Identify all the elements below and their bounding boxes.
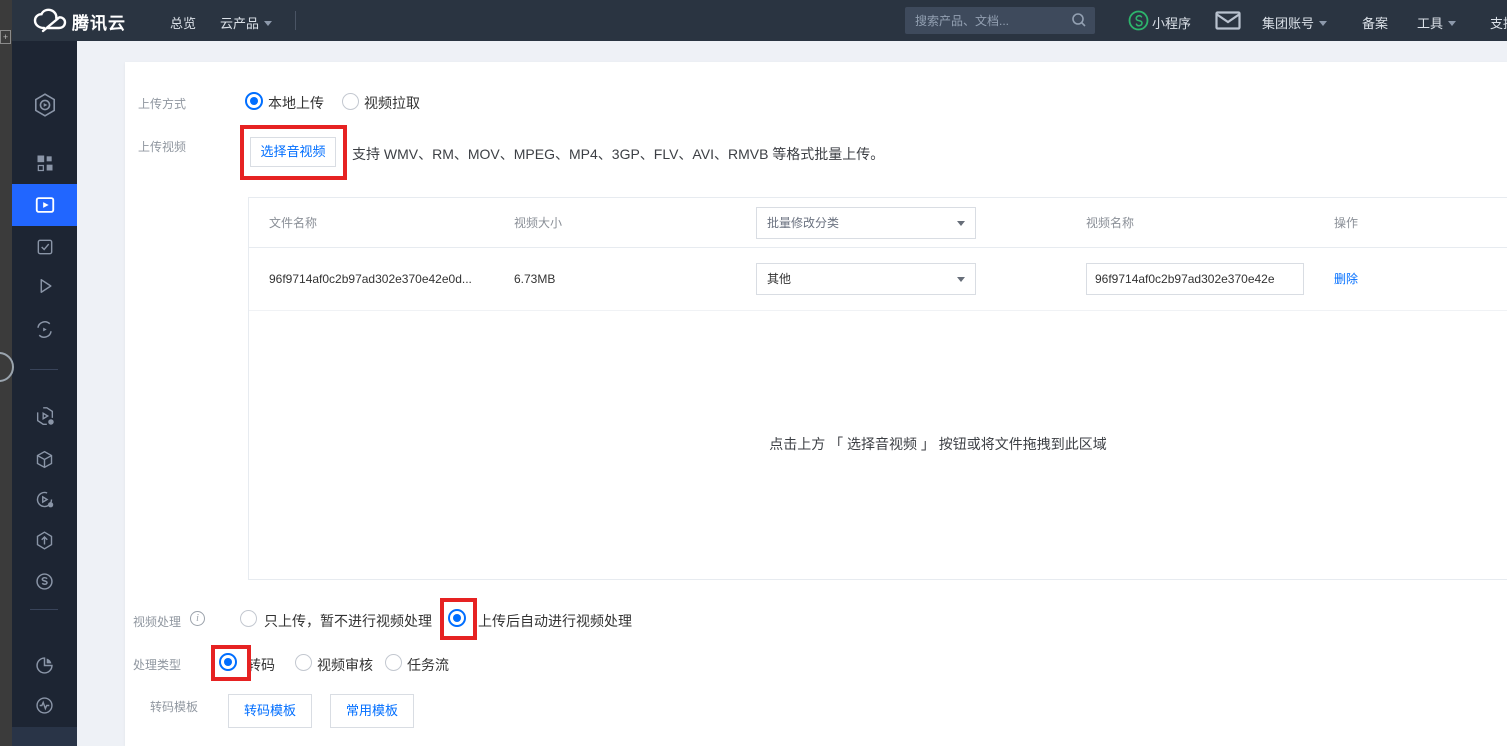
nav-cloud-products[interactable]: 云产品 <box>220 13 272 32</box>
radio-local-upload[interactable] <box>245 92 263 110</box>
radio-transcode-label[interactable]: 转码 <box>247 655 275 675</box>
video-play-icon <box>34 194 56 216</box>
chevron-down-icon <box>264 21 272 26</box>
play-triangle-icon <box>35 276 55 296</box>
radio-auto-process-label[interactable]: 上传后自动进行视频处理 <box>478 611 632 631</box>
sidebar-divider <box>30 369 58 370</box>
radio-transcode[interactable] <box>219 653 237 671</box>
vod-hexagon-icon <box>32 92 58 118</box>
file-table: 文件名称 视频大小 批量修改分类 视频名称 操作 96f9714af0c2b97… <box>248 197 1507 580</box>
nav-divider <box>295 11 296 30</box>
mini-program-icon[interactable] <box>1128 10 1149 31</box>
upload-method-label: 上传方式 <box>138 95 186 112</box>
sidebar-item-play-settings[interactable] <box>12 481 77 517</box>
nav-support[interactable]: 支持 <box>1490 13 1507 32</box>
header-size: 视频大小 <box>514 198 562 248</box>
sidebar-item-monitor[interactable] <box>12 687 77 723</box>
sidebar-item-task-gear[interactable] <box>12 398 77 434</box>
floating-widget-partial <box>0 352 14 382</box>
sidebar-item-review[interactable] <box>12 229 77 265</box>
search-icon[interactable] <box>1071 12 1087 28</box>
grid-icon <box>35 153 55 173</box>
cell-file-name: 96f9714af0c2b97ad302e370e42e0d... <box>269 248 472 311</box>
left-sidebar <box>12 41 77 746</box>
sidebar-item-vod-logo[interactable] <box>12 87 77 123</box>
nav-beian[interactable]: 备案 <box>1362 13 1388 32</box>
sidebar-item-overview[interactable] <box>12 145 77 181</box>
nav-tools[interactable]: 工具 <box>1417 13 1456 32</box>
transcode-template-label: 转码模板 <box>150 698 198 715</box>
radio-task-flow[interactable] <box>385 654 402 671</box>
search-input[interactable] <box>905 7 1065 34</box>
nav-group-account[interactable]: 集团账号 <box>1262 13 1327 32</box>
sidebar-item-stream[interactable] <box>12 563 77 599</box>
radio-auto-process[interactable] <box>448 609 466 627</box>
cell-size: 6.73MB <box>514 248 555 311</box>
cube-arrows-icon <box>34 449 55 470</box>
radio-upload-only[interactable] <box>240 610 257 627</box>
format-hint-text: 支持 WMV、RM、MOV、MPEG、MP4、3GP、FLV、AVI、RMVB … <box>352 144 884 164</box>
sidebar-divider <box>30 609 58 610</box>
table-row: 96f9714af0c2b97ad302e370e42e0d... 6.73MB… <box>249 248 1507 311</box>
sidebar-item-task-center[interactable] <box>12 727 77 746</box>
info-icon[interactable]: i <box>190 611 205 626</box>
delete-link[interactable]: 删除 <box>1334 248 1358 311</box>
radio-video-review[interactable] <box>295 654 312 671</box>
pie-chart-icon <box>34 655 55 676</box>
header-file-name: 文件名称 <box>269 198 317 248</box>
mail-icon[interactable]: 2 <box>1215 11 1241 30</box>
desktop-edge-strip: + <box>0 0 12 746</box>
sidebar-item-processing[interactable] <box>12 311 77 347</box>
radio-local-upload-label[interactable]: 本地上传 <box>268 93 324 113</box>
brand-title[interactable]: 腾讯云 <box>72 9 126 34</box>
chevron-down-icon <box>1319 21 1327 26</box>
chevron-down-icon <box>1448 21 1456 26</box>
row-category-select[interactable]: 其他 <box>756 263 976 295</box>
radio-video-pull-label[interactable]: 视频拉取 <box>364 93 420 113</box>
batch-category-select[interactable]: 批量修改分类 <box>756 207 976 239</box>
sidebar-item-distribution[interactable] <box>12 522 77 558</box>
radio-video-pull[interactable] <box>342 93 359 110</box>
circular-process-icon <box>34 319 55 340</box>
header-video-name: 视频名称 <box>1086 198 1134 248</box>
table-header-row: 文件名称 视频大小 批量修改分类 视频名称 操作 <box>249 198 1507 248</box>
dropzone-hint: 点击上方 「 选择音视频 」 按钮或将文件拖拽到此区域 <box>249 434 1507 454</box>
nav-mini-program[interactable]: 小程序 <box>1152 13 1191 32</box>
chevron-down-icon <box>957 277 965 282</box>
search-box[interactable] <box>905 7 1095 34</box>
sidebar-item-media-upload-selected[interactable] <box>12 184 77 226</box>
s-circle-icon <box>34 571 55 592</box>
tencent-cloud-logo-icon[interactable] <box>30 7 68 34</box>
sidebar-item-play[interactable] <box>12 268 77 304</box>
radio-upload-only-label[interactable]: 只上传，暂不进行视频处理 <box>264 611 432 631</box>
pulse-circle-icon <box>34 695 55 716</box>
video-name-input[interactable] <box>1086 263 1304 295</box>
tencent-cloud-console: 腾讯云 总览 云产品 小程序 2 集团账号 备案 工具 支持 <box>0 0 1507 746</box>
common-template-button[interactable]: 常用模板 <box>330 694 414 728</box>
sidebar-item-cube[interactable] <box>12 441 77 477</box>
header-action: 操作 <box>1334 198 1358 248</box>
nav-overview[interactable]: 总览 <box>170 13 196 32</box>
processing-type-label: 处理类型 <box>133 656 181 673</box>
hexagon-play-gear-icon <box>34 405 56 427</box>
video-processing-label: 视频处理 <box>133 613 181 630</box>
radio-task-flow-label[interactable]: 任务流 <box>407 655 449 675</box>
top-navbar: 腾讯云 总览 云产品 小程序 2 集团账号 备案 工具 支持 <box>12 0 1507 41</box>
desktop-plus-artifact: + <box>0 30 11 44</box>
circle-play-gear-icon <box>34 489 55 510</box>
choose-media-button[interactable]: 选择音视频 <box>250 137 336 167</box>
sidebar-item-statistics[interactable] <box>12 647 77 683</box>
upload-video-label: 上传视频 <box>138 138 186 155</box>
radio-video-review-label[interactable]: 视频审核 <box>317 655 373 675</box>
transcode-template-button[interactable]: 转码模板 <box>228 694 312 728</box>
file-dropzone[interactable]: 点击上方 「 选择音视频 」 按钮或将文件拖拽到此区域 <box>249 312 1507 580</box>
hexagon-upload-icon <box>34 530 55 551</box>
checkbox-icon <box>35 237 55 257</box>
chevron-down-icon <box>957 221 965 226</box>
